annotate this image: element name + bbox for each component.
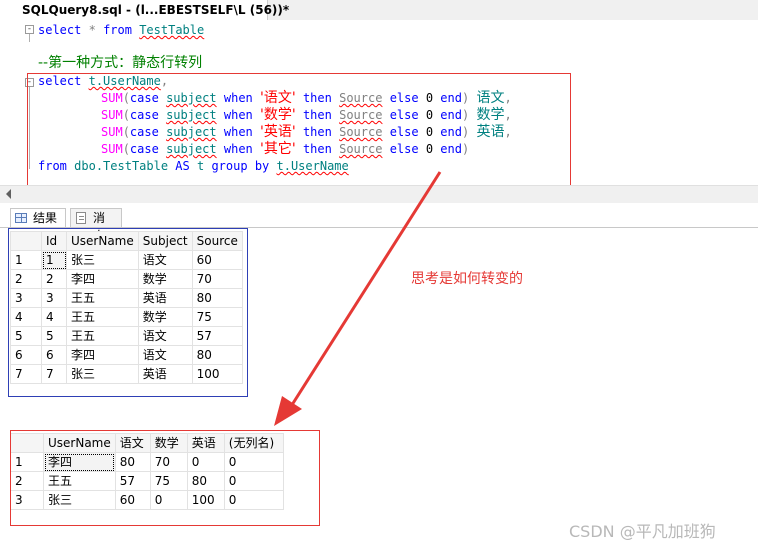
arrow-head-icon: [274, 396, 302, 426]
annotation-arrow: [274, 171, 442, 426]
annotation-text: 思考是如何转变的: [411, 271, 523, 287]
arrow-shaft: [288, 171, 442, 409]
watermark-text: CSDN @平凡加班狗: [569, 522, 716, 541]
